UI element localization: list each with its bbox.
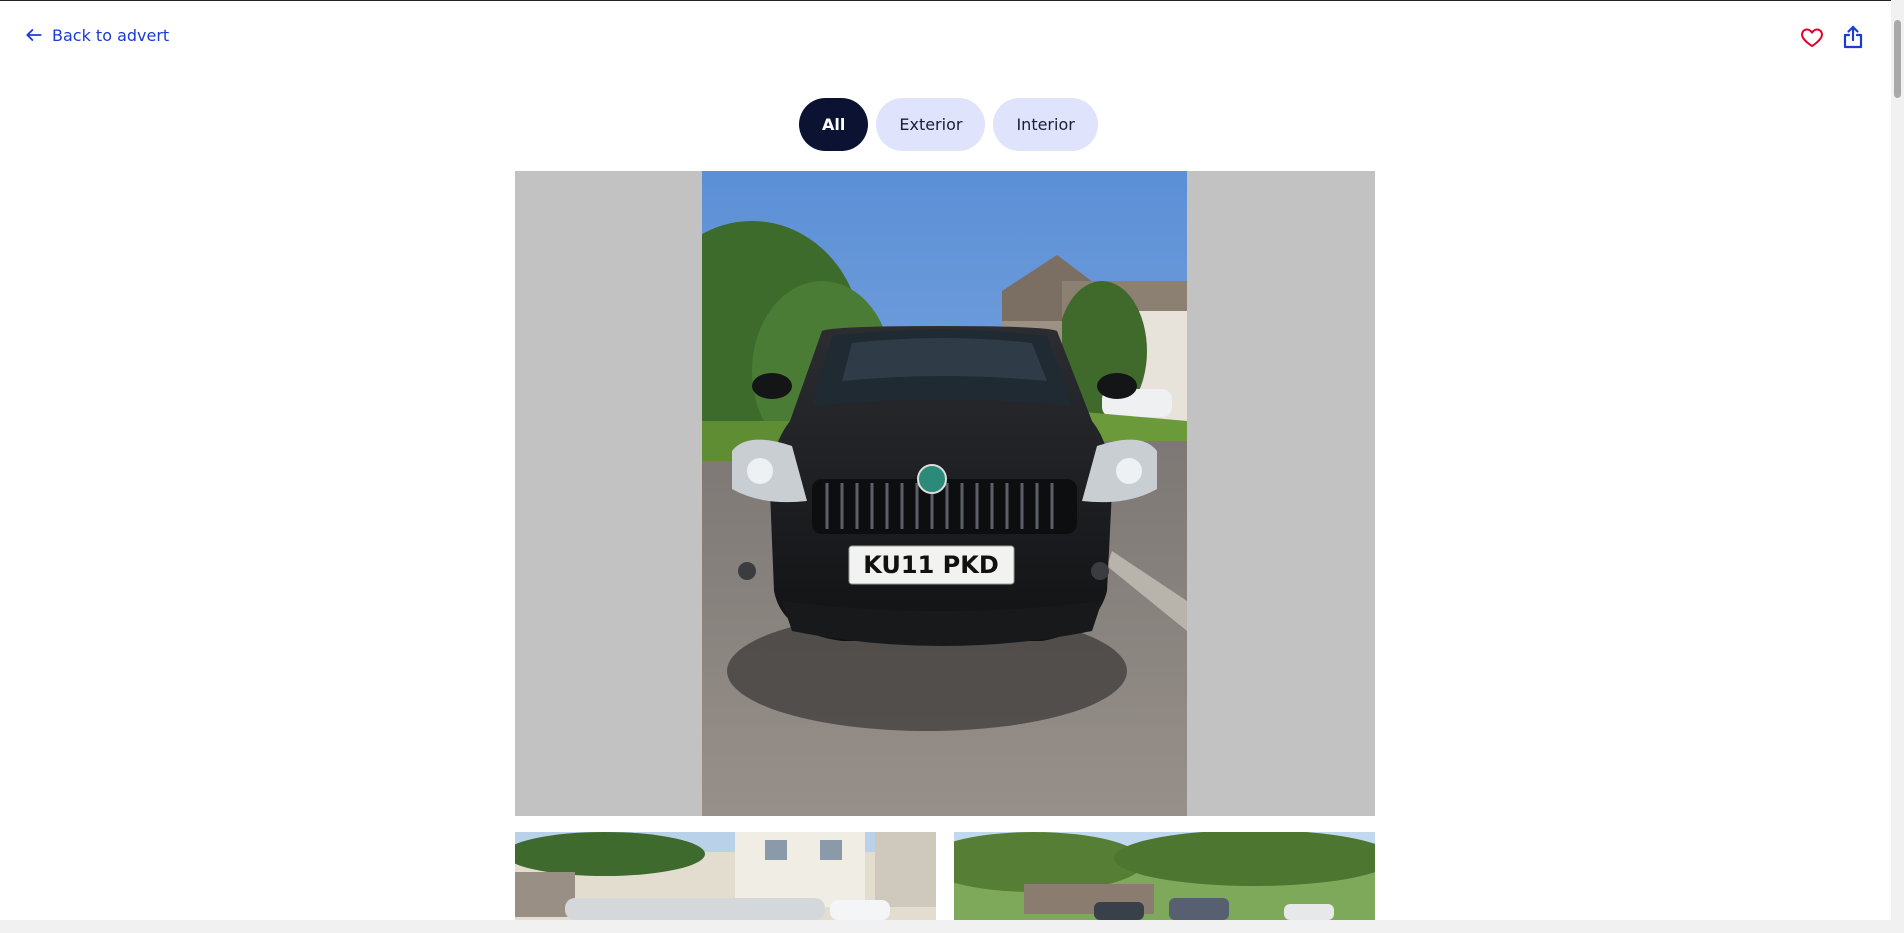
top-border: [0, 0, 1904, 1]
back-to-advert-label: Back to advert: [52, 25, 170, 45]
tab-exterior[interactable]: Exterior: [876, 98, 986, 151]
share-icon: [1843, 25, 1863, 49]
back-to-advert-link[interactable]: Back to advert: [24, 25, 169, 45]
tab-all[interactable]: All: [799, 98, 869, 151]
horizontal-scrollbar[interactable]: [0, 920, 1891, 933]
share-button[interactable]: [1839, 23, 1867, 51]
number-plate-text: KU11 PKD: [863, 551, 999, 579]
gallery-thumbnail[interactable]: [954, 832, 1375, 920]
main-photo-frame[interactable]: KU11 PKD: [515, 171, 1375, 816]
gallery-filter-tabs: All Exterior Interior: [799, 98, 1098, 151]
tab-interior[interactable]: Interior: [993, 98, 1098, 151]
vertical-scrollbar[interactable]: [1891, 0, 1904, 933]
heart-icon: [1801, 28, 1823, 48]
scrollbar-thumb[interactable]: [1894, 20, 1901, 98]
arrow-left-icon: [26, 29, 42, 41]
gallery-thumbnail[interactable]: [515, 832, 936, 920]
save-favourite-button[interactable]: [1798, 23, 1826, 51]
car-front-photo: KU11 PKD: [702, 171, 1187, 816]
